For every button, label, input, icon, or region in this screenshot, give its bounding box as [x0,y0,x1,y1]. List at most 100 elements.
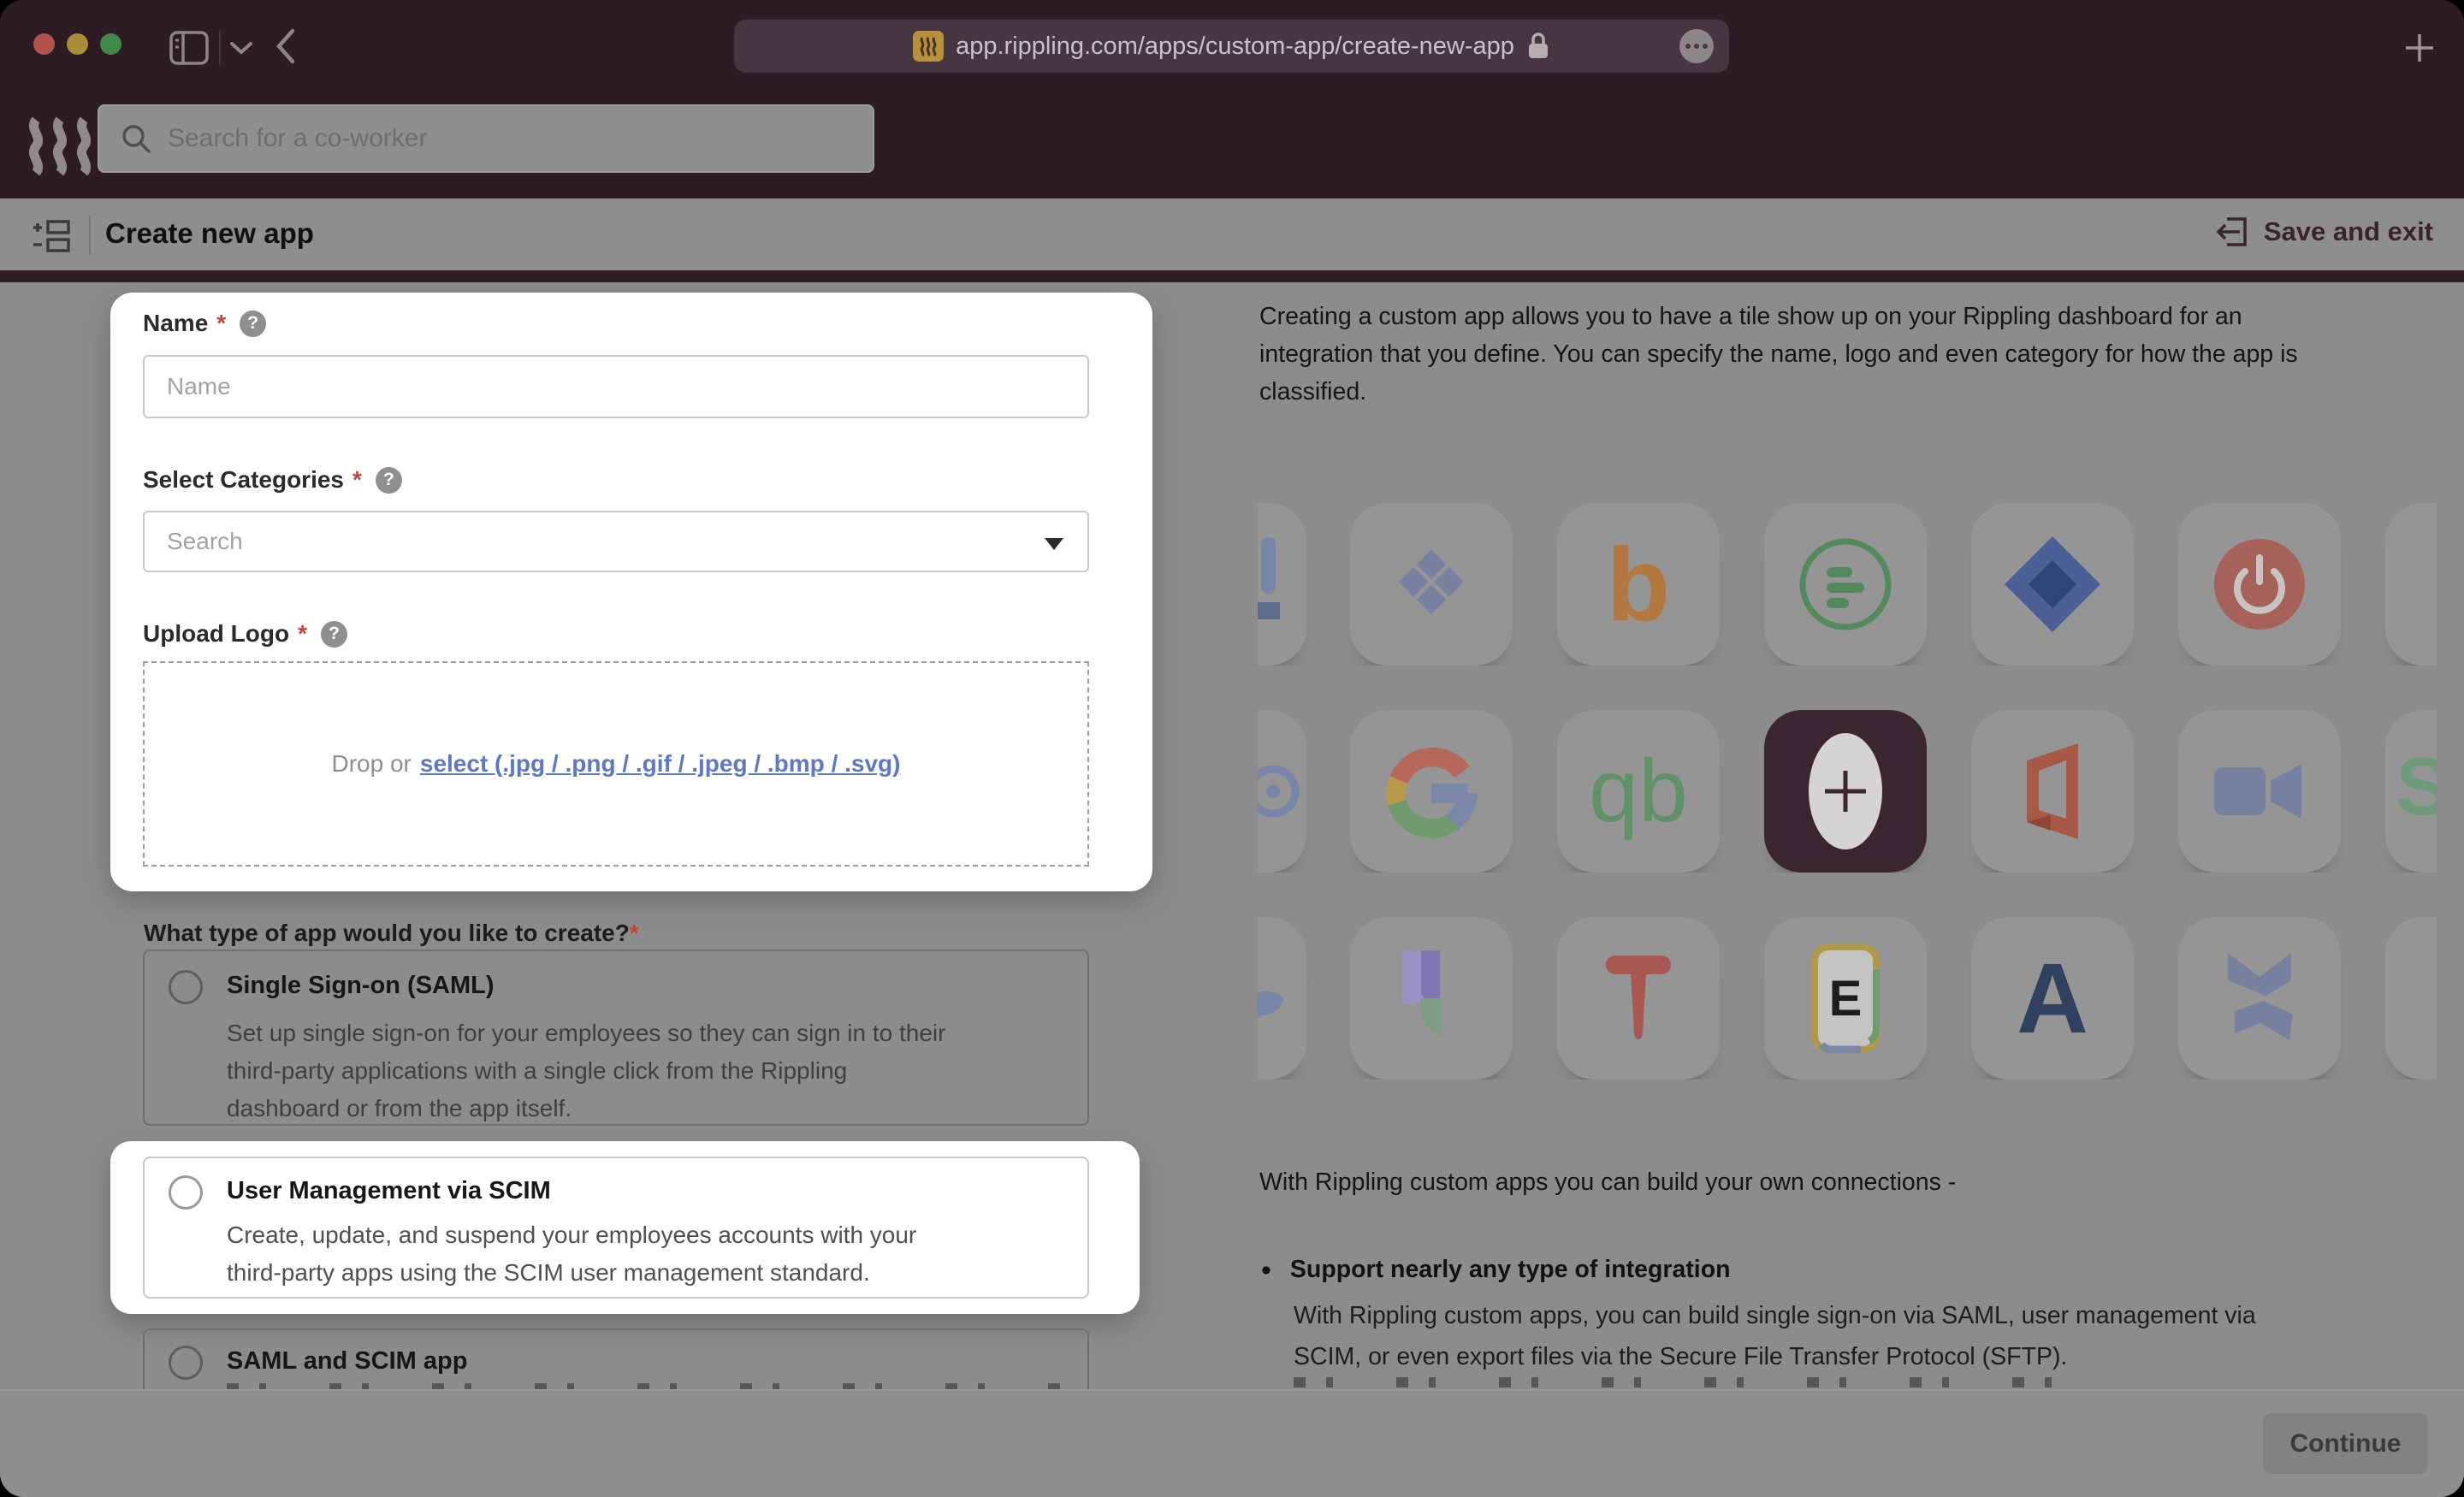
app-tile-target-partial [1258,710,1306,873]
quickbooks-qb-icon: qb [1589,747,1688,836]
name-label: Name [143,310,208,337]
diamond-cluster-icon: ❖ [1391,540,1471,629]
speech-blob-icon [1258,951,1306,1045]
browser-chrome: app.rippling.com/apps/custom-app/create-… [0,0,2464,94]
app-tile-exclamation-partial [1258,503,1306,666]
app-tile-video-camera [2178,710,2341,873]
radio-saml-scim[interactable] [169,1346,203,1380]
app-tile-quickbooks: qb [1557,710,1720,873]
app-tile-diamond-cluster: ❖ [1350,503,1513,666]
page-title: Create new app [105,217,314,250]
header-divider [89,216,91,255]
app-details-card: Name* ? Select Categories* ? Search Uplo… [110,293,1152,891]
save-and-exit-label: Save and exit [2264,216,2433,247]
bullet-title: Support nearly any type of integration [1290,1256,1731,1285]
blue-diamond-icon [2003,535,2102,634]
sidebar-toggle-icon[interactable] [169,31,209,65]
option-single-sign-on[interactable]: Single Sign-on (SAML) Set up single sign… [143,950,1089,1126]
new-tab-plus-icon[interactable] [2401,29,2438,67]
integration-bullet: • Support nearly any type of integration [1261,1256,1731,1285]
logo-dropzone[interactable]: Drop or select (.jpg / .png / .gif / .jp… [143,661,1089,867]
search-placeholder: Search for a co-worker [168,124,427,153]
option-scim-line: third-party apps using the SCIM user man… [227,1254,870,1292]
app-tile-pink-circle-partial [2385,917,2437,1080]
categories-placeholder: Search [167,528,243,555]
header-separator [0,270,2464,282]
chevron-down-icon [1045,538,1063,550]
app-type-question: What type of app would you like to creat… [144,920,639,947]
ellipsis-icon[interactable] [1679,29,1714,63]
app-tile-blob-partial [1258,917,1306,1080]
categories-help-icon[interactable]: ? [376,467,402,494]
power-button-icon [2212,537,2307,631]
chevron-down-icon[interactable] [229,41,253,55]
radio-sso[interactable] [169,970,203,1004]
double-arrow-icon [2385,533,2437,636]
zoom-window-button[interactable] [100,33,121,55]
target-circle-icon [1258,744,1306,838]
app-tile-google-g [1350,710,1513,873]
svg-text:E: E [1829,971,1863,1027]
save-and-exit-button[interactable]: Save and exit [2214,214,2433,250]
upload-label-row: Upload Logo* ? [143,620,347,648]
option-saml-scim-title: SAML and SCIM app [227,1347,467,1376]
address-bar[interactable]: app.rippling.com/apps/custom-app/create-… [734,20,1729,73]
clipped-text-line [1294,1377,2089,1388]
app-list-icon[interactable] [31,219,72,253]
categories-label-row: Select Categories* ? [143,466,402,494]
categories-label: Select Categories [143,466,344,494]
categories-select[interactable]: Search [143,511,1089,572]
video-camera-icon [2212,757,2307,825]
upload-logo-label: Upload Logo [143,620,289,648]
radio-scim[interactable] [169,1175,203,1210]
app-tile-letter-a: A [1971,917,2134,1080]
page-header: Create new app Save and exit [0,198,2464,270]
browser-window: app.rippling.com/apps/custom-app/create-… [0,0,2464,1497]
intro-line: Creating a custom app allows you to have… [1259,298,2242,335]
chrome-divider [219,31,221,65]
google-g-icon [1383,743,1479,839]
upload-help-icon[interactable]: ? [321,621,347,648]
pin-t-icon [1594,949,1683,1048]
app-tile-blue-diamond [1971,503,2134,666]
app-tile-ribbon-x [2178,917,2341,1080]
app-tile-letter-b: b [1557,503,1720,666]
intro-line: integration that you define. You can spe… [1259,335,2298,373]
option-sso-line: third-party applications with a single c… [227,1052,847,1090]
coworker-search-input[interactable]: Search for a co-worker [98,104,874,173]
intro-line: classified. [1259,373,1366,411]
app-tile-double-arrow-partial [2385,503,2437,666]
pink-circle-icon [2385,951,2437,1045]
continue-button[interactable]: Continue [2263,1413,2428,1474]
close-window-button[interactable] [33,33,55,55]
app-tile-circle-list [1764,503,1927,666]
option-sso-line: Set up single sign-on for your employees… [227,1015,945,1052]
minimize-window-button[interactable] [67,33,88,55]
back-icon[interactable] [275,27,296,65]
option-sso-title: Single Sign-on (SAML) [227,972,495,1000]
app-grid-row: E A [1258,917,2437,1080]
app-tile-letter-s-partial: S [2385,710,2437,873]
letter-b-icon: b [1607,532,1671,636]
connections-line: With Rippling custom apps you can build … [1259,1163,1956,1201]
bullet-body-line: SCIM, or even export files via the Secur… [1294,1338,2067,1376]
file-select-link[interactable]: select (.jpg / .png / .gif / .jpeg / .bm… [420,750,901,778]
exclamation-bar-icon [1258,537,1306,631]
app-grid-row: qb [1258,710,2437,873]
option-sso-line: dashboard or from the app itself. [227,1090,572,1127]
ribbon-x-icon [2212,951,2307,1045]
name-label-row: Name* ? [143,310,266,337]
name-help-icon[interactable]: ? [240,311,266,337]
site-favicon [913,31,944,62]
main-content: Name* ? Select Categories* ? Search Uplo… [0,282,2464,1389]
letter-a-stencil-icon: A [2017,949,2088,1048]
app-tile-pin-t [1557,917,1720,1080]
letter-e-badge-icon: E [1808,944,1883,1053]
app-tile-letter-e-badge: E [1764,917,1927,1080]
exit-icon [2214,214,2250,250]
rippling-top-bar: Search for a co-worker [0,94,2464,198]
rippling-logo [26,116,96,176]
option-user-management-scim[interactable]: User Management via SCIM Create, update,… [143,1157,1089,1299]
name-input[interactable] [143,355,1089,418]
office-icon [2010,742,2095,841]
